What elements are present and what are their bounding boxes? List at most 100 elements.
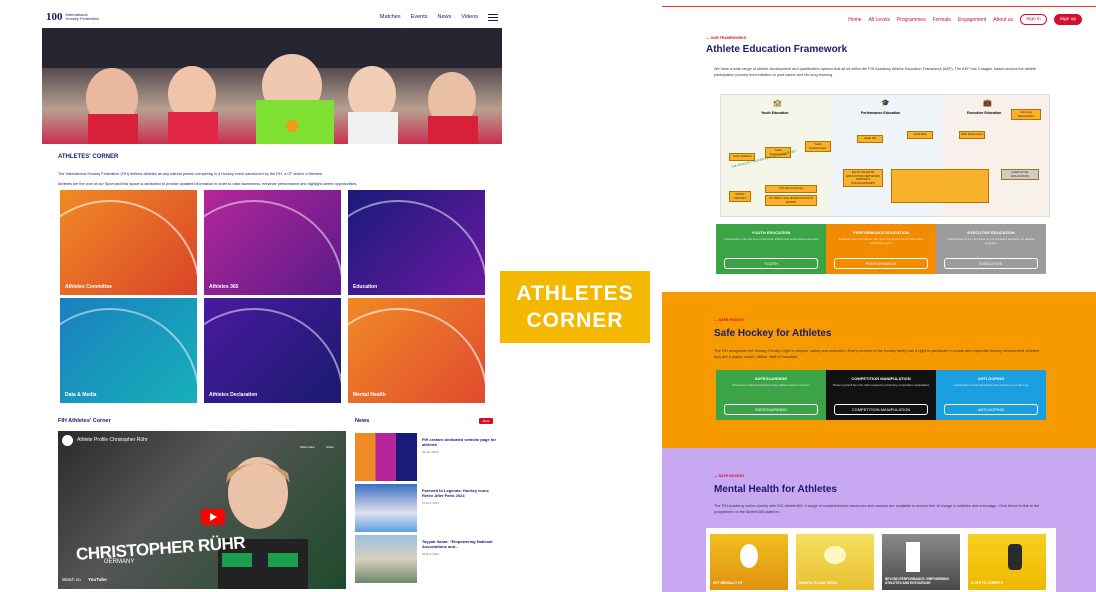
- news-title[interactable]: Farewell to Legends: Hockey Icons Retire…: [422, 488, 498, 498]
- news-thumbnail: [355, 535, 417, 583]
- youtube-video-player[interactable]: Athlete Profile Christopher Rühr Watch l…: [58, 431, 346, 589]
- card-mindful-social-media[interactable]: MINDFUL SOCIAL MEDIA: [796, 534, 874, 590]
- corner-video-title: FIH Athletes' Corner: [58, 418, 111, 424]
- news-thumbnail: [355, 484, 417, 532]
- box-elite-retirement: Elite Retirement: [959, 131, 985, 139]
- nav-all-levels[interactable]: All Levels: [869, 17, 890, 23]
- box-world-camps: FIH World Camps: [765, 185, 817, 193]
- badge-line-1: ATHLETES: [516, 282, 634, 305]
- tile-mental-health[interactable]: Mental Health: [348, 298, 485, 403]
- card-desc: Resources, tools and training to help at…: [732, 383, 810, 387]
- tile-education[interactable]: Education: [348, 190, 485, 295]
- video-title[interactable]: Athlete Profile Christopher Rühr: [77, 437, 148, 443]
- card-anti-doping: ANTI-DOPING Gold/Golden on the anti-dopi…: [936, 370, 1046, 420]
- nav-programmes[interactable]: Programmes: [897, 17, 926, 23]
- safe-eyebrow: — SAFE HOCKEY: [714, 318, 745, 322]
- card-safeguarding: SAFEGUARDING Resources, tools and traini…: [716, 370, 826, 420]
- aef-eyebrow: — OUR FRAMEWORKS: [706, 36, 747, 40]
- card-title: YOUTH EDUCATION: [751, 230, 791, 235]
- card-desc: Gold/Golden on the anti-doping rules to …: [953, 383, 1029, 387]
- tile-athletes-declaration[interactable]: Athletes Declaration: [204, 298, 341, 403]
- play-icon: [210, 513, 217, 521]
- card-title: COMPETITION MANIPULATION: [851, 376, 911, 381]
- aef-description: We have a wide range of athlete developm…: [714, 67, 1037, 77]
- news-item[interactable]: Farewell to Legends: Hockey Icons Retire…: [355, 484, 500, 532]
- news-date: 05 Dec 2024: [422, 552, 440, 556]
- card-label: A LIFE TO COMPETE: [971, 581, 1003, 585]
- news-date: 15 Dec 2024: [422, 501, 440, 505]
- card-label: GET MENTALLY FIT: [713, 581, 743, 585]
- nav-engagement[interactable]: Engagement: [958, 17, 986, 23]
- nav-matches[interactable]: Matches: [380, 14, 401, 20]
- fih-academy-page: Home All Levels Programmes Formats Engag…: [662, 6, 1096, 592]
- fih-100-logo[interactable]: 100: [46, 11, 63, 23]
- card-title: SAFEGUARDING: [754, 376, 788, 381]
- tile-athletes-365[interactable]: Athletes 365: [204, 190, 341, 295]
- card-desc: Protect yourself from the risks involved…: [832, 383, 930, 387]
- aef-diagram: 🏫 🎓 💼 Youth Education Performance Educat…: [720, 94, 1050, 217]
- card-beyond-performance[interactable]: BEYOND PERFORMANCE: EMPOWERING ATHLETES …: [882, 534, 960, 590]
- tile-athletes-committee[interactable]: Athletes Committee: [60, 190, 197, 295]
- athletes-corner-badge: ATHLETES CORNER: [500, 271, 650, 343]
- news-thumbnail: [355, 433, 417, 481]
- player-portrait-illustration: [218, 457, 308, 589]
- badge-line-2: CORNER: [526, 309, 624, 332]
- card-title: ANTI-DOPING: [977, 376, 1005, 381]
- stage-youth: Youth Education: [761, 111, 789, 115]
- box-elite-network: ELITE ATHLETE EDUCATION NETWORK SUPPORT …: [843, 169, 883, 187]
- youth-button[interactable]: YOUTH: [724, 258, 818, 269]
- card-desc: Available when elite athlete, life, spor…: [838, 237, 924, 245]
- anti-doping-button[interactable]: ANTI-DOPING: [944, 404, 1038, 415]
- youtube-logo[interactable]: YouTube: [88, 577, 107, 582]
- card-desc: Gold/Golden on the next stage of your ex…: [947, 237, 1035, 245]
- box-adult-elite: Adult Elite: [907, 131, 933, 139]
- nav-formats[interactable]: Formats: [933, 17, 951, 23]
- news-more-button[interactable]: More: [479, 418, 493, 424]
- box-youth-performance: Youth Performance: [805, 141, 831, 152]
- box-olympic-values: OLYMPIC VALUES EDUCATION (OVEP): [765, 195, 817, 206]
- box-adult-hp: Adult HP: [857, 135, 883, 143]
- card-get-mentally-fit[interactable]: GET MENTALLY FIT: [710, 534, 788, 590]
- school-icon: 🏫: [773, 100, 782, 107]
- box-lifelong: Life-long Participation: [1011, 109, 1041, 120]
- aef-title: Athlete Education Framework: [706, 44, 848, 55]
- briefcase-icon: 💼: [983, 100, 992, 107]
- tile-data-media[interactable]: Data & Media: [60, 298, 197, 403]
- news-item[interactable]: Tayyab Ikram: "Empowering National Assoc…: [355, 535, 500, 583]
- team-celebration-illustration: [42, 28, 502, 144]
- figure-icon: [824, 546, 846, 564]
- performance-button[interactable]: PERFORMANCE: [834, 258, 928, 269]
- mental-eyebrow: — SAFE HOCKEY: [714, 474, 745, 478]
- fih-athletes-page: 100 International Hockey Federation Matc…: [42, 6, 502, 592]
- page-title: ATHLETES' CORNER: [58, 154, 119, 160]
- card-title: EXECUTIVE EDUCATION: [967, 230, 1015, 235]
- nav-events[interactable]: Events: [411, 14, 428, 20]
- sign-up-button[interactable]: Sign up: [1053, 14, 1082, 25]
- news-item[interactable]: FIH creates dedicated website page for a…: [355, 433, 500, 481]
- executive-button[interactable]: EXECUTIVE: [944, 258, 1038, 269]
- card-executive: EXECUTIVE EDUCATION Gold/Golden on the n…: [936, 224, 1046, 274]
- competition-manipulation-button[interactable]: COMPETITION MANIPULATION: [834, 404, 928, 415]
- watch-on-label: Watch on: [62, 577, 81, 582]
- news-title[interactable]: Tayyab Ikram: "Empowering National Assoc…: [422, 539, 498, 549]
- card-a-life-to-compete[interactable]: A LIFE TO COMPETE: [968, 534, 1046, 590]
- hamburger-menu-icon[interactable]: [488, 13, 498, 21]
- logo-text: International Hockey Federation: [65, 12, 100, 21]
- safe-description: The FIH recognises the Hockey Family's r…: [714, 349, 1040, 359]
- card-title: PERFORMANCE EDUCATION: [853, 230, 909, 235]
- safeguarding-button[interactable]: SAFEGUARDING: [724, 404, 818, 415]
- stage-performance: Performance Education: [861, 111, 901, 115]
- sign-in-button[interactable]: Sign in: [1020, 14, 1047, 25]
- box-start-hockey: START HOCKEY: [729, 191, 751, 202]
- nav-videos[interactable]: Videos: [461, 14, 478, 20]
- news-title[interactable]: FIH creates dedicated website page for a…: [422, 437, 498, 447]
- mental-title: Mental Health for Athletes: [714, 484, 837, 495]
- nav-home[interactable]: Home: [848, 17, 861, 23]
- nav-news[interactable]: News: [438, 14, 452, 20]
- main-nav: Matches Events News Videos: [380, 13, 498, 21]
- share-button[interactable]: Share: [326, 445, 334, 449]
- intro-text-2: Athletes are the core of our Sport and t…: [58, 182, 358, 186]
- nav-about[interactable]: About us: [993, 17, 1013, 23]
- news-date: 02 Jan 2025: [422, 450, 439, 454]
- safe-title: Safe Hockey for Athletes: [714, 328, 832, 339]
